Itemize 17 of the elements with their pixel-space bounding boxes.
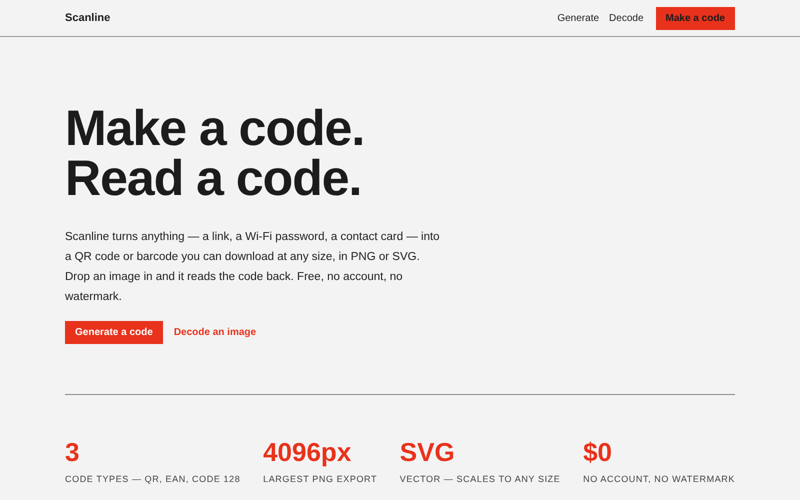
nav-link[interactable]: Generate [557, 12, 600, 24]
generate-button[interactable]: Generate a code [65, 321, 163, 344]
make-code-button[interactable]: Make a code [656, 6, 735, 30]
headline-line: Read a code. [65, 153, 362, 203]
stat-label: NO ACCOUNT, NO WATERMARK [583, 474, 735, 484]
nav-link[interactable]: Decode [609, 12, 644, 24]
headline-line: Make a code. [65, 103, 364, 153]
brand-name[interactable]: Scanline [65, 12, 110, 24]
stat-label: CODE TYPES — QR, EAN, CODE 128 [65, 474, 240, 484]
stat-value: $0 [583, 439, 614, 465]
hero-description: Scanline turns anything — a link, a Wi-Fi password, a contact card — into a QR code or barcode you can download at any size, in PNG or SVG. Drop an image in and it reads the code back. Free, no account, no watermark. [65, 230, 441, 305]
stat-label: VECTOR — SCALES TO ANY SIZE [400, 474, 560, 484]
stat-value: SVG [400, 439, 456, 465]
stat-value: 4096px [263, 439, 352, 465]
stat-label: LARGEST PNG EXPORT [263, 474, 378, 484]
stat-value: 3 [65, 439, 80, 465]
decode-link[interactable]: Decode an image [174, 327, 256, 338]
